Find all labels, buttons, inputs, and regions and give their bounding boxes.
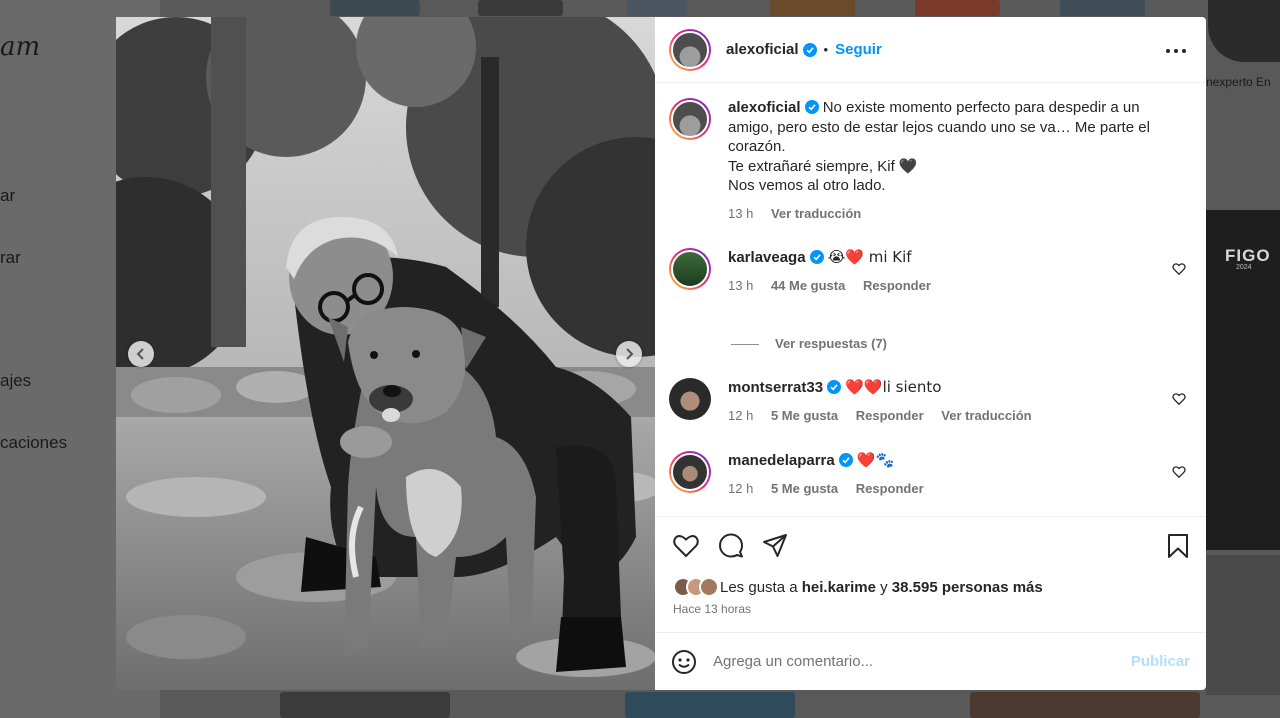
more-options-icon [1166,49,1186,53]
background-story [770,0,855,16]
likes-count[interactable]: 38.595 personas más [892,579,1043,596]
commenter-avatar[interactable] [669,378,711,420]
post-details-panel: alexoficial • Seguir alexoficial No exis… [655,17,1206,690]
background-thumb [280,692,450,718]
background-suggested-label: nexperto En [1206,75,1271,89]
liker-username[interactable]: hei.karime [802,579,876,596]
bw-photo-man-with-dog [116,17,655,690]
comment-item: manedelaparra ❤️🐾 12 h 5 Me gusta Respon… [669,451,1194,498]
post-caption: alexoficial No existe momento perfecto p… [669,98,1194,223]
comment-input[interactable] [713,653,1103,670]
separator-dot: • [823,42,829,57]
caption-text-line: Te extrañaré siempre, Kif 🖤 [728,157,918,175]
heart-icon[interactable] [673,533,699,559]
background-story [330,0,420,16]
chevron-right-icon [626,348,634,360]
background-story [478,0,563,16]
comment-likes[interactable]: 5 Me gusta [771,481,838,496]
post-modal: alexoficial • Seguir alexoficial No exis… [116,17,1206,690]
follow-button[interactable]: Seguir [835,41,882,58]
caption-time: 13 h [728,205,754,221]
verified-badge-icon [802,42,817,57]
post-timestamp: Hace 13 horas [673,602,752,616]
heart-icon[interactable] [1172,465,1186,479]
background-story [915,0,1000,16]
see-translation-link[interactable]: Ver traducción [771,206,861,221]
comment-text: ❤️❤️li siento [845,378,942,396]
comment-item: karlaveaga 😭❤️ mi Kif 13 h 44 Me gusta R… [669,248,1194,295]
background-story [1060,0,1145,16]
caption-text-line: Nos vemos al otro lado. [728,177,886,194]
background-logo: am [0,32,41,62]
author-username[interactable]: alexoficial [726,41,799,58]
reply-button[interactable]: Responder [856,481,924,496]
chevron-left-icon [136,348,144,360]
comment-username[interactable]: karlaveaga [728,249,806,266]
bookmark-icon[interactable] [1165,533,1191,559]
post-actions: Les gusta a hei.karime y 38.595 personas… [655,516,1206,632]
post-header: alexoficial • Seguir [655,17,1206,83]
background-story [627,0,687,16]
next-photo-button[interactable] [616,341,642,367]
caption-username[interactable]: alexoficial [728,99,801,116]
background-nav-item: rar [0,248,21,267]
commenter-avatar[interactable] [669,248,711,290]
comments-list[interactable]: alexoficial No existe momento perfecto p… [655,84,1206,516]
comment-likes[interactable]: 44 Me gusta [771,278,845,293]
comment-text: ❤️🐾 [856,451,895,469]
comment-time: 13 h [728,277,754,293]
more-options-button[interactable] [1164,39,1188,63]
comment-time: 12 h [728,407,754,423]
likes-summary: Les gusta a hei.karime y 38.595 personas… [673,577,1043,597]
background-nav-item: ajes [0,371,32,390]
liker-avatars [673,577,719,597]
likes-prefix: Les gusta a [720,578,798,596]
background-ad-sub: 2024 [1236,264,1252,271]
paper-plane-icon[interactable] [762,533,788,559]
background-nav-item: ar [0,186,16,205]
comment-text: 😭❤️ mi Kif [827,248,912,266]
verified-badge-icon [809,250,824,264]
publish-button[interactable]: Publicar [1131,653,1190,670]
background-thumb [970,692,1200,718]
heart-icon[interactable] [1172,392,1186,406]
view-replies-button[interactable]: Ver respuestas (7) [731,336,887,351]
comment-likes[interactable]: 5 Me gusta [771,408,838,423]
comment-time: 12 h [728,480,754,496]
liker-avatar [699,577,719,597]
comment-username[interactable]: montserrat33 [728,379,823,396]
background-thumb [1206,555,1280,695]
verified-badge-icon [827,380,842,394]
reply-button[interactable]: Responder [856,408,924,423]
view-replies-label: Ver respuestas (7) [775,336,888,351]
background-thumb [625,692,795,718]
background-nav-item: caciones [0,433,68,452]
commenter-avatar[interactable] [669,451,711,493]
comment-bubble-icon[interactable] [718,533,744,559]
author-avatar[interactable] [669,98,711,140]
background-ad-logo: FIGO [1225,246,1271,265]
comment-item: montserrat33 ❤️❤️li siento 12 h 5 Me gus… [669,378,1194,425]
see-translation-link[interactable]: Ver traducción [941,408,1031,423]
reply-button[interactable]: Responder [863,278,931,293]
likes-conjunction: y [880,578,888,596]
verified-badge-icon [804,100,819,114]
verified-badge-icon [838,453,853,467]
heart-icon[interactable] [1172,262,1186,276]
emoji-smile-icon[interactable] [671,649,697,675]
replies-divider-line [731,344,759,346]
post-photo [116,17,655,690]
author-avatar[interactable] [669,28,711,71]
previous-photo-button[interactable] [128,341,154,367]
comment-username[interactable]: manedelaparra [728,452,835,469]
add-comment-bar: Publicar [655,632,1206,690]
